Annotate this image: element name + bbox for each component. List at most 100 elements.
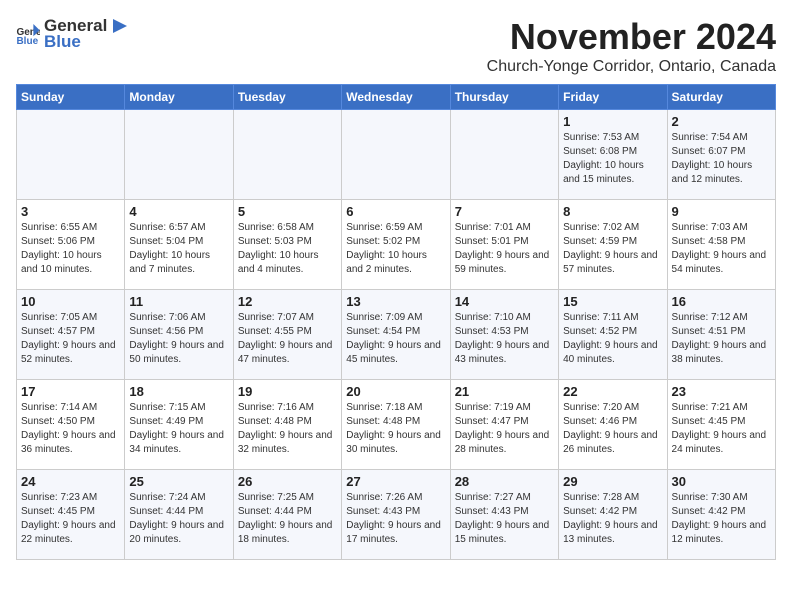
- day-number: 17: [21, 384, 120, 399]
- calendar-cell: 1 Sunrise: 7:53 AM Sunset: 6:08 PM Daylig…: [559, 110, 667, 200]
- calendar-cell: 28 Sunrise: 7:27 AM Sunset: 4:43 PM Dayli…: [450, 470, 558, 560]
- calendar-cell: 11 Sunrise: 7:06 AM Sunset: 4:56 PM Dayli…: [125, 290, 233, 380]
- cell-content: Sunrise: 7:25 AM Sunset: 4:44 PM Dayligh…: [238, 491, 337, 547]
- logo: General Blue General Blue: [16, 16, 129, 52]
- day-number: 20: [346, 384, 445, 399]
- cell-content: Sunrise: 7:02 AM Sunset: 4:59 PM Dayligh…: [563, 221, 662, 277]
- day-number: 23: [672, 384, 771, 399]
- calendar-cell: 3Sunrise: 6:55 AM Sunset: 5:06 PM Daylig…: [17, 200, 125, 290]
- calendar-cell: 9 Sunrise: 7:03 AM Sunset: 4:58 PM Daylig…: [667, 200, 775, 290]
- calendar-cell: [233, 110, 341, 200]
- day-number: 6: [346, 204, 445, 219]
- day-number: 7: [455, 204, 554, 219]
- calendar-cell: 29 Sunrise: 7:28 AM Sunset: 4:42 PM Dayli…: [559, 470, 667, 560]
- calendar-cell: 24Sunrise: 7:23 AM Sunset: 4:45 PM Dayli…: [17, 470, 125, 560]
- day-number: 29: [563, 474, 662, 489]
- day-number: 1: [563, 114, 662, 129]
- header-cell-tuesday: Tuesday: [233, 85, 341, 110]
- day-number: 4: [129, 204, 228, 219]
- week-row-1: 1 Sunrise: 7:53 AM Sunset: 6:08 PM Daylig…: [17, 110, 776, 200]
- calendar-cell: 10 Sunrise: 7:05 AM Sunset: 4:57 PM Dayli…: [17, 290, 125, 380]
- cell-content: Sunrise: 7:21 AM Sunset: 4:45 PM Dayligh…: [672, 401, 771, 457]
- calendar-cell: 27Sunrise: 7:26 AM Sunset: 4:43 PM Dayli…: [342, 470, 450, 560]
- cell-content: Sunrise: 7:01 AM Sunset: 5:01 PM Dayligh…: [455, 221, 554, 277]
- header: General Blue General Blue November 2024 …: [16, 16, 776, 76]
- week-row-5: 24Sunrise: 7:23 AM Sunset: 4:45 PM Dayli…: [17, 470, 776, 560]
- calendar-table: SundayMondayTuesdayWednesdayThursdayFrid…: [16, 84, 776, 560]
- day-number: 14: [455, 294, 554, 309]
- day-number: 28: [455, 474, 554, 489]
- cell-content: Sunrise: 7:28 AM Sunset: 4:42 PM Dayligh…: [563, 491, 662, 547]
- calendar-cell: [342, 110, 450, 200]
- day-number: 12: [238, 294, 337, 309]
- day-number: 11: [129, 294, 228, 309]
- header-cell-sunday: Sunday: [17, 85, 125, 110]
- cell-content: Sunrise: 7:54 AM Sunset: 6:07 PM Dayligh…: [672, 131, 771, 187]
- calendar-cell: 13Sunrise: 7:09 AM Sunset: 4:54 PM Dayli…: [342, 290, 450, 380]
- calendar-cell: [125, 110, 233, 200]
- cell-content: Sunrise: 7:12 AM Sunset: 4:51 PM Dayligh…: [672, 311, 771, 367]
- cell-content: Sunrise: 7:18 AM Sunset: 4:48 PM Dayligh…: [346, 401, 445, 457]
- cell-content: Sunrise: 7:16 AM Sunset: 4:48 PM Dayligh…: [238, 401, 337, 457]
- week-row-4: 17Sunrise: 7:14 AM Sunset: 4:50 PM Dayli…: [17, 380, 776, 470]
- day-number: 15: [563, 294, 662, 309]
- calendar-cell: 8 Sunrise: 7:02 AM Sunset: 4:59 PM Daylig…: [559, 200, 667, 290]
- calendar-cell: 12Sunrise: 7:07 AM Sunset: 4:55 PM Dayli…: [233, 290, 341, 380]
- calendar-cell: 18Sunrise: 7:15 AM Sunset: 4:49 PM Dayli…: [125, 380, 233, 470]
- cell-content: Sunrise: 6:55 AM Sunset: 5:06 PM Dayligh…: [21, 221, 120, 277]
- calendar-cell: 20 Sunrise: 7:18 AM Sunset: 4:48 PM Dayli…: [342, 380, 450, 470]
- week-row-3: 10 Sunrise: 7:05 AM Sunset: 4:57 PM Dayli…: [17, 290, 776, 380]
- calendar-cell: [17, 110, 125, 200]
- day-number: 22: [563, 384, 662, 399]
- cell-content: Sunrise: 7:53 AM Sunset: 6:08 PM Dayligh…: [563, 131, 662, 187]
- day-number: 9: [672, 204, 771, 219]
- day-number: 18: [129, 384, 228, 399]
- calendar-cell: 23 Sunrise: 7:21 AM Sunset: 4:45 PM Dayli…: [667, 380, 775, 470]
- cell-content: Sunrise: 7:30 AM Sunset: 4:42 PM Dayligh…: [672, 491, 771, 547]
- day-number: 25: [129, 474, 228, 489]
- location-title: Church-Yonge Corridor, Ontario, Canada: [487, 58, 776, 76]
- calendar-cell: 7 Sunrise: 7:01 AM Sunset: 5:01 PM Daylig…: [450, 200, 558, 290]
- cell-content: Sunrise: 7:26 AM Sunset: 4:43 PM Dayligh…: [346, 491, 445, 547]
- day-number: 24: [21, 474, 120, 489]
- header-cell-wednesday: Wednesday: [342, 85, 450, 110]
- calendar-cell: 15 Sunrise: 7:11 AM Sunset: 4:52 PM Dayli…: [559, 290, 667, 380]
- calendar-cell: [450, 110, 558, 200]
- day-number: 2: [672, 114, 771, 129]
- cell-content: Sunrise: 7:03 AM Sunset: 4:58 PM Dayligh…: [672, 221, 771, 277]
- month-title: November 2024: [487, 16, 776, 58]
- calendar-cell: 16Sunrise: 7:12 AM Sunset: 4:51 PM Dayli…: [667, 290, 775, 380]
- cell-content: Sunrise: 7:10 AM Sunset: 4:53 PM Dayligh…: [455, 311, 554, 367]
- cell-content: Sunrise: 7:11 AM Sunset: 4:52 PM Dayligh…: [563, 311, 662, 367]
- cell-content: Sunrise: 7:27 AM Sunset: 4:43 PM Dayligh…: [455, 491, 554, 547]
- title-area: November 2024 Church-Yonge Corridor, Ont…: [487, 16, 776, 76]
- day-number: 10: [21, 294, 120, 309]
- calendar-cell: 6Sunrise: 6:59 AM Sunset: 5:02 PM Daylig…: [342, 200, 450, 290]
- header-cell-saturday: Saturday: [667, 85, 775, 110]
- logo-icon: General Blue: [16, 24, 40, 44]
- logo-arrow-icon: [109, 17, 127, 35]
- calendar-cell: 2 Sunrise: 7:54 AM Sunset: 6:07 PM Daylig…: [667, 110, 775, 200]
- calendar-cell: 21Sunrise: 7:19 AM Sunset: 4:47 PM Dayli…: [450, 380, 558, 470]
- header-cell-friday: Friday: [559, 85, 667, 110]
- calendar-cell: 14 Sunrise: 7:10 AM Sunset: 4:53 PM Dayli…: [450, 290, 558, 380]
- calendar-cell: 30 Sunrise: 7:30 AM Sunset: 4:42 PM Dayli…: [667, 470, 775, 560]
- day-number: 5: [238, 204, 337, 219]
- header-cell-thursday: Thursday: [450, 85, 558, 110]
- calendar-cell: 5 Sunrise: 6:58 AM Sunset: 5:03 PM Daylig…: [233, 200, 341, 290]
- day-number: 8: [563, 204, 662, 219]
- day-number: 30: [672, 474, 771, 489]
- cell-content: Sunrise: 7:06 AM Sunset: 4:56 PM Dayligh…: [129, 311, 228, 367]
- calendar-cell: 19Sunrise: 7:16 AM Sunset: 4:48 PM Dayli…: [233, 380, 341, 470]
- week-row-2: 3Sunrise: 6:55 AM Sunset: 5:06 PM Daylig…: [17, 200, 776, 290]
- cell-content: Sunrise: 6:58 AM Sunset: 5:03 PM Dayligh…: [238, 221, 337, 277]
- cell-content: Sunrise: 7:05 AM Sunset: 4:57 PM Dayligh…: [21, 311, 120, 367]
- svg-text:Blue: Blue: [16, 36, 38, 44]
- header-row: SundayMondayTuesdayWednesdayThursdayFrid…: [17, 85, 776, 110]
- calendar-cell: 25Sunrise: 7:24 AM Sunset: 4:44 PM Dayli…: [125, 470, 233, 560]
- cell-content: Sunrise: 6:57 AM Sunset: 5:04 PM Dayligh…: [129, 221, 228, 277]
- day-number: 26: [238, 474, 337, 489]
- calendar-cell: 26 Sunrise: 7:25 AM Sunset: 4:44 PM Dayli…: [233, 470, 341, 560]
- day-number: 21: [455, 384, 554, 399]
- cell-content: Sunrise: 7:20 AM Sunset: 4:46 PM Dayligh…: [563, 401, 662, 457]
